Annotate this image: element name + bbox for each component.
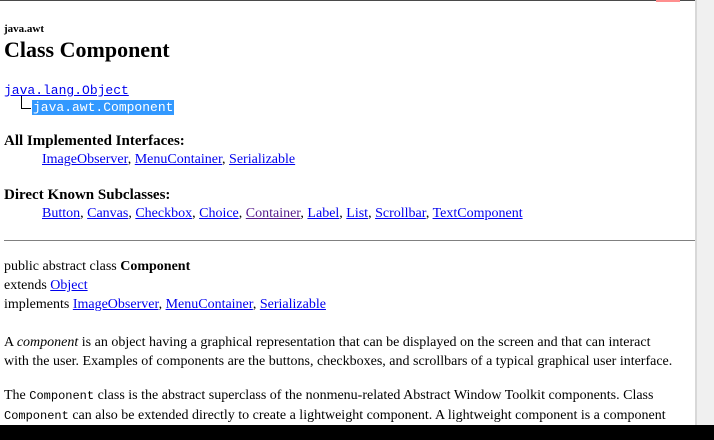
subclass-link-textcomponent[interactable]: TextComponent bbox=[433, 206, 523, 221]
description-paragraph-1: A component is an object having a graphi… bbox=[4, 333, 695, 371]
interface-link-imageobserver[interactable]: ImageObserver bbox=[42, 152, 128, 167]
implements-link-serializable[interactable]: Serializable bbox=[260, 297, 326, 312]
p1-start: A bbox=[4, 335, 17, 350]
vertical-scrollbar[interactable] bbox=[695, 0, 714, 440]
tree-connector bbox=[21, 96, 31, 109]
implements-link-menucontainer[interactable]: MenuContainer bbox=[166, 297, 253, 312]
class-declaration: public abstract class Component bbox=[4, 259, 190, 275]
section-divider bbox=[4, 240, 695, 241]
bottom-frame bbox=[0, 425, 714, 440]
package-name: java.awt bbox=[4, 23, 45, 35]
subclass-link-label[interactable]: Label bbox=[307, 206, 339, 221]
interfaces-heading: All Implemented Interfaces: bbox=[4, 133, 185, 149]
subclass-link-button[interactable]: Button bbox=[42, 206, 80, 221]
interface-link-menucontainer[interactable]: MenuContainer bbox=[135, 152, 222, 167]
p2-code-component: Component bbox=[29, 389, 95, 403]
window-edge-highlight bbox=[656, 0, 680, 2]
page-title: Class Component bbox=[4, 37, 170, 62]
declaration-prefix: public abstract class bbox=[4, 259, 121, 274]
extends-line: extends Object bbox=[4, 278, 88, 294]
subclass-link-scrollbar[interactable]: Scrollbar bbox=[375, 206, 426, 221]
subclasses-list: Button, Canvas, Checkbox, Choice, Contai… bbox=[42, 206, 523, 221]
subclass-link-list[interactable]: List bbox=[346, 206, 368, 221]
declaration-class-name: Component bbox=[120, 259, 191, 274]
scrollbar-edge bbox=[695, 0, 697, 440]
subclass-link-container[interactable]: Container bbox=[246, 206, 301, 221]
subclass-link-canvas[interactable]: Canvas bbox=[87, 206, 128, 221]
description-paragraph-2: The Component class is the abstract supe… bbox=[4, 386, 695, 426]
p1-line2: with the user. Examples of components ar… bbox=[4, 354, 673, 369]
p2-start: The bbox=[4, 388, 30, 403]
p2-rest: class is the abstract superclass of the … bbox=[94, 388, 654, 403]
javadoc-page: java.awt Class Component java.lang.Objec… bbox=[0, 0, 695, 426]
selected-class-name[interactable]: java.awt.Component bbox=[32, 100, 175, 115]
implements-label: implements bbox=[4, 297, 73, 312]
inheritance-current: java.awt.Component bbox=[32, 100, 175, 115]
implements-link-imageobserver[interactable]: ImageObserver bbox=[73, 297, 159, 312]
interface-link-serializable[interactable]: Serializable bbox=[229, 152, 295, 167]
subclass-link-choice[interactable]: Choice bbox=[199, 206, 239, 221]
subclasses-heading: Direct Known Subclasses: bbox=[4, 187, 171, 203]
p1-rest: is an object having a graphical represen… bbox=[78, 335, 651, 350]
interfaces-list: ImageObserver, MenuContainer, Serializab… bbox=[42, 152, 296, 167]
extends-object-link[interactable]: Object bbox=[50, 278, 87, 293]
p2-code-component-2: Component bbox=[4, 409, 69, 423]
implements-line: implements ImageObserver, MenuContainer,… bbox=[4, 297, 326, 312]
subclass-link-checkbox[interactable]: Checkbox bbox=[135, 206, 192, 221]
p1-italic-term: component bbox=[16, 335, 79, 350]
p2-line2: can also be extended directly to create … bbox=[68, 408, 666, 423]
extends-label: extends bbox=[4, 278, 51, 293]
